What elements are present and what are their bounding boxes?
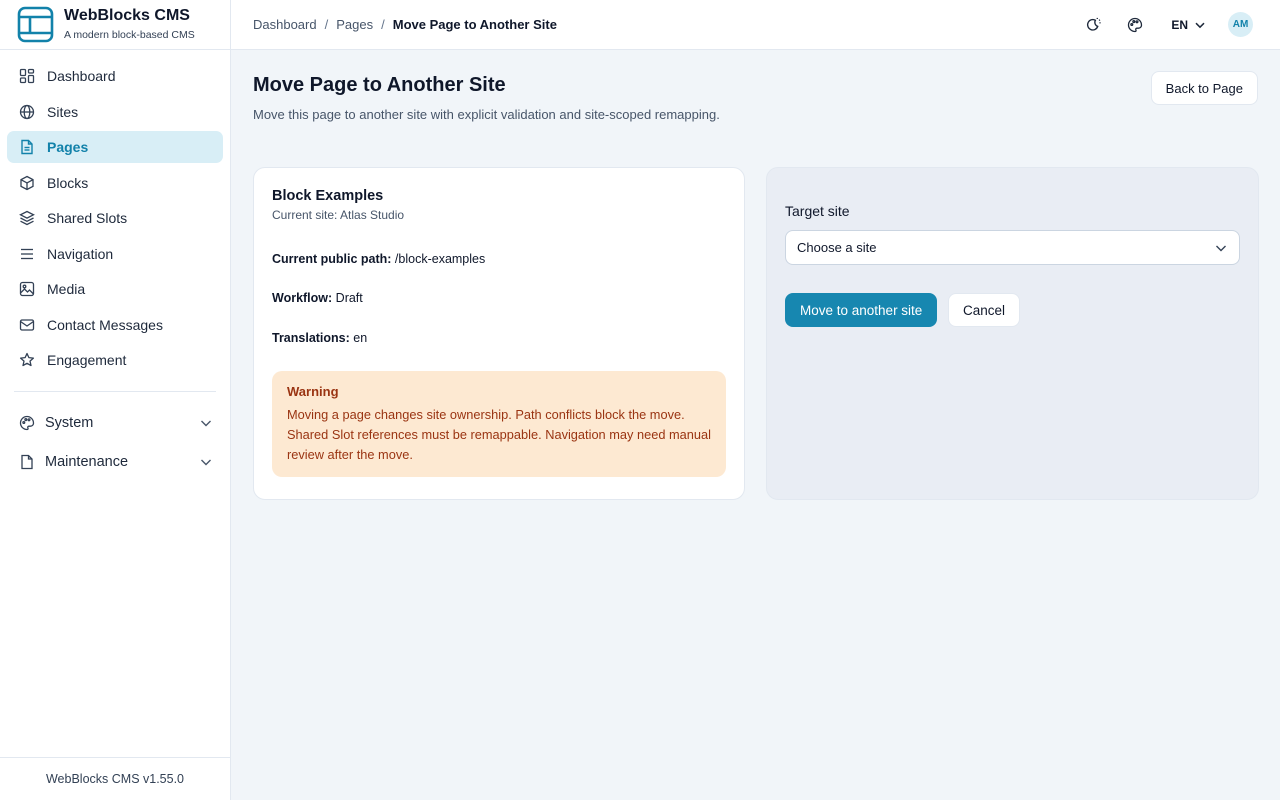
warning-alert: Warning Moving a page changes site owner… bbox=[272, 371, 726, 477]
sidebar-item-dashboard[interactable]: Dashboard bbox=[7, 60, 223, 92]
workflow-label: Workflow: bbox=[272, 291, 333, 305]
cancel-button[interactable]: Cancel bbox=[948, 293, 1021, 327]
sidebar-item-media[interactable]: Media bbox=[7, 273, 223, 305]
topbar: Dashboard / Pages / Move Page to Another… bbox=[231, 0, 1280, 50]
breadcrumb-current: Move Page to Another Site bbox=[392, 17, 557, 32]
image-icon bbox=[19, 281, 35, 297]
target-site-label: Target site bbox=[785, 203, 850, 219]
avatar[interactable]: AM bbox=[1228, 12, 1253, 37]
sidebar-item-sites[interactable]: Sites bbox=[7, 96, 223, 128]
sidebar-item-label: Blocks bbox=[47, 174, 89, 191]
workflow-row: Workflow: Draft bbox=[272, 291, 726, 305]
sidebar-group-maintenance[interactable]: Maintenance bbox=[7, 446, 223, 478]
document-icon bbox=[19, 139, 35, 155]
sidebar: WebBlocks CMS A modern block-based CMS D… bbox=[0, 0, 231, 800]
language-label: EN bbox=[1171, 17, 1188, 32]
page-title: Move Page to Another Site bbox=[253, 74, 506, 96]
public-path-row: Current public path: /block-examples bbox=[272, 252, 726, 266]
warning-title: Warning bbox=[287, 384, 339, 399]
breadcrumb-pages[interactable]: Pages bbox=[336, 17, 373, 32]
move-form-card: Target site Choose a site Move to anothe… bbox=[766, 167, 1259, 500]
chevron-down-icon bbox=[1216, 245, 1226, 251]
current-site: Current site: Atlas Studio bbox=[272, 208, 405, 222]
back-to-page-button[interactable]: Back to Page bbox=[1150, 71, 1258, 105]
mail-icon bbox=[19, 317, 35, 333]
sidebar-item-label: Media bbox=[47, 281, 86, 297]
sidebar-item-label: Shared Slots bbox=[47, 210, 128, 226]
sidebar-item-shared-slots[interactable]: Shared Slots bbox=[7, 202, 223, 234]
public-path-label: Current public path: bbox=[272, 252, 392, 266]
sidebar-item-label: Pages bbox=[47, 139, 89, 155]
theme-toggle-icon[interactable] bbox=[1083, 15, 1103, 35]
cube-icon bbox=[19, 175, 35, 191]
file-icon bbox=[19, 454, 35, 470]
sidebar-group-label: System bbox=[45, 415, 94, 431]
star-icon bbox=[19, 352, 35, 368]
sidebar-item-label: Dashboard bbox=[47, 68, 116, 84]
brand-tagline: A modern block-based CMS bbox=[64, 28, 195, 41]
warning-text: Moving a page changes site ownership. Pa… bbox=[287, 407, 711, 462]
move-to-another-site-button[interactable]: Move to another site bbox=[785, 293, 938, 327]
translations-value: en bbox=[349, 331, 368, 345]
target-site-select[interactable]: Choose a site bbox=[785, 230, 1240, 265]
sidebar-divider bbox=[14, 391, 216, 392]
app-version: WebBlocks CMS v1.55.0 bbox=[0, 757, 230, 800]
breadcrumb-dashboard[interactable]: Dashboard bbox=[253, 17, 317, 32]
page-summary-card: Block Examples Current site: Atlas Studi… bbox=[253, 167, 745, 500]
globe-icon bbox=[19, 104, 35, 120]
main-content: Move Page to Another Site Move this page… bbox=[231, 50, 1280, 800]
menu-icon bbox=[19, 246, 35, 262]
sidebar-item-label: Contact Messages bbox=[47, 316, 163, 333]
sidebar-group-system[interactable]: System bbox=[7, 407, 223, 439]
breadcrumb-separator: / bbox=[324, 17, 329, 32]
page-subtitle: Move this page to another site with expl… bbox=[253, 107, 720, 122]
translations-label: Translations: bbox=[272, 331, 350, 345]
page-name: Block Examples bbox=[272, 188, 384, 204]
target-site-value: Choose a site bbox=[797, 240, 877, 255]
sidebar-item-blocks[interactable]: Blocks bbox=[7, 167, 223, 199]
layout-logo-icon bbox=[17, 6, 54, 43]
translations-row: Translations: en bbox=[272, 331, 726, 345]
topbar-actions: EN AM bbox=[1083, 12, 1253, 37]
sidebar-nav: Dashboard Sites Pages Blocks Shared Slot… bbox=[0, 50, 230, 478]
sidebar-item-label: Sites bbox=[47, 103, 79, 120]
sidebar-item-engagement[interactable]: Engagement bbox=[7, 344, 223, 376]
sidebar-item-label: Navigation bbox=[47, 245, 114, 262]
brand-name: WebBlocks CMS bbox=[64, 6, 190, 24]
public-path-value: /block-examples bbox=[391, 252, 486, 266]
sidebar-item-contact-messages[interactable]: Contact Messages bbox=[7, 309, 223, 341]
palette-icon bbox=[19, 415, 35, 431]
breadcrumb-separator: / bbox=[381, 17, 385, 32]
language-selector[interactable]: EN bbox=[1171, 18, 1206, 32]
grid-icon bbox=[19, 68, 35, 84]
sidebar-item-navigation[interactable]: Navigation bbox=[7, 238, 223, 270]
chevron-down-icon bbox=[199, 416, 213, 430]
layers-icon bbox=[19, 210, 35, 226]
chevron-down-icon bbox=[199, 455, 213, 469]
workflow-value: Draft bbox=[332, 291, 363, 305]
sidebar-item-label: Engagement bbox=[47, 352, 127, 368]
sidebar-group-label: Maintenance bbox=[45, 454, 129, 470]
sidebar-item-pages[interactable]: Pages bbox=[7, 131, 223, 163]
palette-icon[interactable] bbox=[1125, 15, 1145, 35]
breadcrumb: Dashboard / Pages / Move Page to Another… bbox=[253, 17, 1083, 32]
chevron-down-icon bbox=[1195, 22, 1205, 28]
brand[interactable]: WebBlocks CMS A modern block-based CMS bbox=[0, 0, 230, 50]
